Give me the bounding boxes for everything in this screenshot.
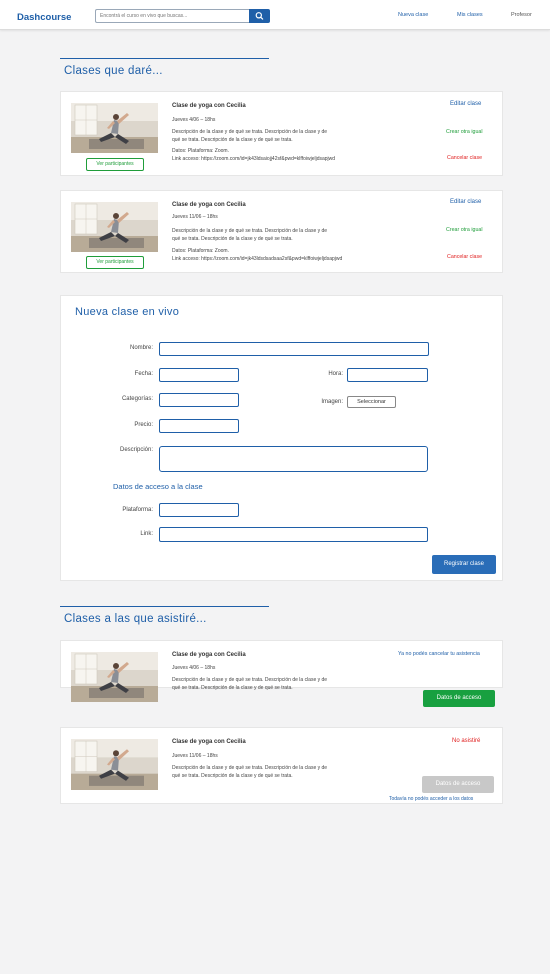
- description-textarea[interactable]: [159, 446, 428, 472]
- class-date: Jueves 4/06 – 18hs: [172, 117, 216, 123]
- access-unavailable-note: Todavía no podés acceder a los datos: [389, 796, 474, 802]
- class-description: Descripción de la clase y de qué se trat…: [172, 677, 328, 683]
- link-label: Link:: [140, 531, 153, 537]
- class-description: qué se trata. Descripción de la clase y …: [172, 137, 293, 143]
- platform-input[interactable]: [159, 503, 239, 517]
- date-input[interactable]: [159, 368, 239, 382]
- class-title: Clase de yoga con Cecilia: [172, 739, 246, 745]
- class-title: Clase de yoga con Cecilia: [172, 202, 246, 208]
- teaching-class-card: Ver participantes Clase de yoga con Ceci…: [60, 190, 503, 273]
- view-participants-button[interactable]: Ver participantes: [86, 158, 144, 171]
- nav-mis-clases[interactable]: Mis clases: [457, 12, 483, 18]
- view-participants-button[interactable]: Ver participantes: [86, 256, 144, 269]
- section-divider: [60, 606, 269, 607]
- edit-class-link[interactable]: Editar clase: [450, 101, 481, 107]
- name-input[interactable]: [159, 342, 429, 356]
- register-class-button[interactable]: Registrar clase: [432, 555, 496, 574]
- class-description: qué se trata. Descripción de la clase y …: [172, 685, 293, 691]
- time-label: Hora:: [328, 371, 343, 377]
- price-input[interactable]: [159, 419, 239, 433]
- class-thumbnail: [71, 202, 158, 252]
- select-image-button[interactable]: Seleccionar: [347, 396, 396, 408]
- class-thumbnail: [71, 652, 158, 702]
- search-button[interactable]: [249, 9, 270, 23]
- form-title: Nueva clase en vivo: [75, 306, 180, 318]
- class-description: Descripción de la clase y de qué se trat…: [172, 129, 328, 135]
- duplicate-class-link[interactable]: Crear otra igual: [446, 129, 483, 135]
- class-title: Clase de yoga con Cecilia: [172, 103, 246, 109]
- class-date: Jueves 11/06 – 18hs: [172, 214, 218, 220]
- cancel-class-link[interactable]: Cancelar clase: [447, 155, 482, 161]
- class-description: Descripción de la clase y de qué se trat…: [172, 228, 328, 234]
- date-label: Fecha:: [134, 371, 153, 377]
- class-access-link: Link acceso: https://zoom.com/id=jk43lds…: [172, 156, 336, 162]
- platform-label: Plataforma:: [122, 507, 153, 513]
- class-description: qué se trata. Descripción de la clase y …: [172, 773, 293, 779]
- categories-label: Categorías:: [121, 396, 153, 402]
- nav-nueva-clase[interactable]: Nueva clase: [398, 12, 428, 18]
- class-description: qué se trata. Descripción de la clase y …: [172, 236, 293, 242]
- teaching-class-card: Ver participantes Clase de yoga con Ceci…: [60, 91, 503, 176]
- brand-logo[interactable]: Dashcourse: [17, 12, 71, 23]
- class-thumbnail: [71, 739, 158, 790]
- link-input[interactable]: [159, 527, 428, 542]
- categories-input[interactable]: [159, 393, 239, 407]
- top-navbar: Dashcourse Nueva clase Mis clases Profes…: [0, 0, 550, 30]
- class-date: Jueves 11/06 – 18hs: [172, 753, 218, 759]
- edit-class-link[interactable]: Editar clase: [450, 199, 481, 205]
- class-title: Clase de yoga con Cecilia: [172, 652, 246, 658]
- access-data-subtitle: Datos de acceso a la clase: [113, 482, 203, 491]
- class-thumbnail: [71, 103, 158, 153]
- nav-profesor[interactable]: Profesor: [511, 12, 532, 18]
- price-label: Precio:: [134, 422, 153, 428]
- image-label: Imagen:: [321, 399, 343, 405]
- attending-class-card-body: Clase de yoga con Cecilia Jueves 4/06 – …: [60, 640, 503, 707]
- access-data-button[interactable]: Datos de acceso: [423, 690, 495, 707]
- search-input[interactable]: [95, 9, 249, 23]
- section-title-teaching: Clases que daré...: [64, 65, 163, 77]
- duplicate-class-link[interactable]: Crear otra igual: [446, 227, 483, 233]
- class-description: Descripción de la clase y de qué se trat…: [172, 765, 328, 771]
- cancel-class-link[interactable]: Cancelar clase: [447, 254, 482, 260]
- new-class-form: Nueva clase en vivo Nombre: Fecha: Hora:…: [60, 295, 503, 581]
- cannot-cancel-note: Ya no podés cancelar tu asistencia: [398, 651, 480, 657]
- class-date: Jueves 4/06 – 18hs: [172, 665, 216, 671]
- section-title-attending: Clases a las que asistiré...: [64, 613, 207, 625]
- class-platform: Datos: Plataforma: Zoom.: [172, 248, 229, 254]
- access-data-button-disabled: Datos de acceso: [422, 776, 494, 793]
- attending-class-card: Clase de yoga con Cecilia Jueves 11/06 –…: [60, 727, 503, 804]
- time-input[interactable]: [347, 368, 428, 382]
- search-icon: [255, 12, 264, 20]
- not-attending-link[interactable]: No asistiré: [452, 738, 480, 744]
- section-divider: [60, 58, 269, 59]
- class-access-link: Link acceso: https://zoom.com/id=jk43lds…: [172, 256, 343, 262]
- description-label: Descripción:: [119, 447, 153, 453]
- name-label: Nombre:: [129, 345, 153, 351]
- class-platform: Datos: Plataforma: Zoom.: [172, 148, 229, 154]
